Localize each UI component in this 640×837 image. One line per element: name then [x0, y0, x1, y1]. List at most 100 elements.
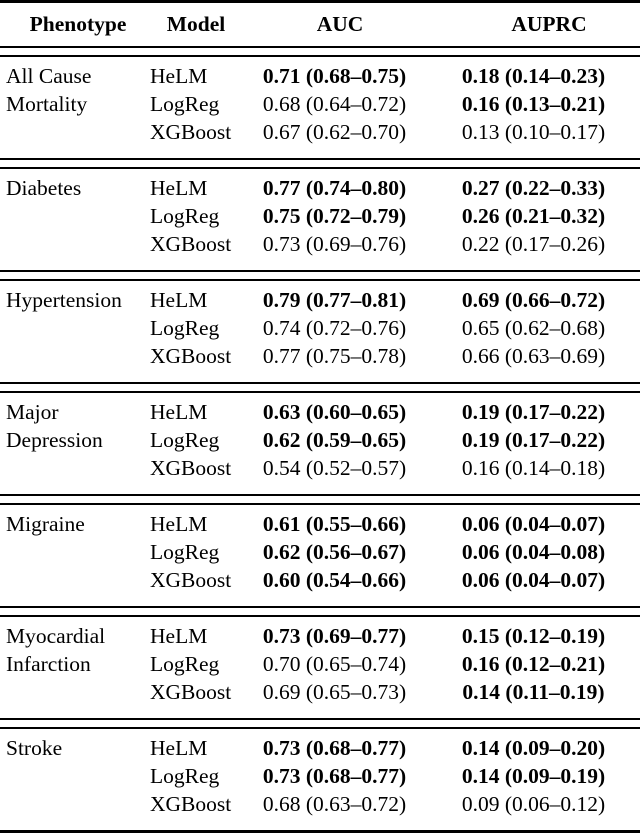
auprc-value: 0.16 (0.14–0.18): [461, 455, 606, 480]
auprc-value: 0.16 (0.12–0.21): [461, 651, 606, 676]
table-row: All Cause HeLM 0.71 (0.68–0.75) 0.18 (0.14–…: [0, 56, 640, 94]
auprc-value: 0.27 (0.22–0.33): [461, 175, 606, 200]
model-name: XGBoost: [150, 455, 232, 480]
auc-value: 0.73 (0.68–0.77): [262, 735, 407, 760]
phenotype-label: [0, 458, 150, 495]
auc-value: 0.73 (0.69–0.76): [262, 231, 407, 256]
auc-value: 0.61 (0.55–0.66): [262, 511, 407, 536]
auc-value: 0.77 (0.75–0.78): [262, 343, 407, 368]
horizontal-rule: [0, 45, 640, 57]
auc-value: 0.70 (0.65–0.74): [262, 651, 407, 676]
model-name: HeLM: [150, 511, 208, 536]
table-row: LogReg 0.62 (0.56–0.67) 0.06 (0.04–0.08): [0, 539, 640, 570]
auprc-value: 0.06 (0.04–0.07): [461, 567, 606, 592]
horizontal-rule: [0, 717, 640, 729]
column-header-auprc: AUPRC: [511, 12, 587, 36]
phenotype-label: [0, 570, 150, 607]
auc-value: 0.73 (0.68–0.77): [262, 763, 407, 788]
table-row: Hypertension HeLM 0.79 (0.77–0.81) 0.69 (0.…: [0, 280, 640, 318]
table-row: LogReg 0.74 (0.72–0.76) 0.65 (0.62–0.68): [0, 315, 640, 346]
phenotype-label: Depression: [6, 427, 103, 452]
auc-value: 0.67 (0.62–0.70): [262, 119, 407, 144]
model-name: LogReg: [150, 203, 220, 228]
section-separator-rule: [0, 605, 640, 617]
auprc-value: 0.19 (0.17–0.22): [461, 427, 606, 452]
table-row: LogReg 0.73 (0.68–0.77) 0.14 (0.09–0.19): [0, 763, 640, 794]
table-row: XGBoost 0.67 (0.62–0.70) 0.13 (0.10–0.17): [0, 119, 640, 159]
section-separator-rule: [0, 269, 640, 281]
phenotype-label: [0, 346, 150, 383]
auc-value: 0.71 (0.68–0.75): [262, 63, 407, 88]
auc-value: 0.68 (0.64–0.72): [262, 91, 407, 116]
phenotype-label: Stroke: [6, 735, 63, 760]
column-header-auc: AUC: [316, 12, 364, 36]
auprc-value: 0.06 (0.04–0.08): [461, 539, 606, 564]
phenotype-label: Diabetes: [6, 175, 82, 200]
auprc-value: 0.19 (0.17–0.22): [461, 399, 606, 424]
auprc-value: 0.18 (0.14–0.23): [461, 63, 606, 88]
horizontal-rule: [0, 157, 640, 169]
table-header-row: Phenotype Model AUC AUPRC: [0, 7, 640, 47]
table-bottom-rule: [0, 829, 640, 837]
auc-value: 0.62 (0.56–0.67): [262, 539, 407, 564]
model-name: XGBoost: [150, 791, 232, 816]
horizontal-rule: [0, 381, 640, 393]
horizontal-rule: [0, 269, 640, 281]
model-name: LogReg: [150, 427, 220, 452]
auc-value: 0.75 (0.72–0.79): [262, 203, 407, 228]
phenotype-label: [0, 318, 150, 346]
auc-value: 0.69 (0.65–0.73): [262, 679, 407, 704]
model-name: LogReg: [150, 539, 220, 564]
auprc-value: 0.16 (0.13–0.21): [461, 91, 606, 116]
phenotype-label: Major: [6, 399, 59, 424]
auprc-value: 0.06 (0.04–0.07): [461, 511, 606, 536]
phenotype-label: Myocardial: [6, 623, 106, 648]
phenotype-label: [0, 122, 150, 159]
table-row: XGBoost 0.54 (0.52–0.57) 0.16 (0.14–0.18): [0, 455, 640, 495]
auprc-value: 0.65 (0.62–0.68): [461, 315, 606, 340]
auprc-value: 0.14 (0.11–0.19): [462, 679, 605, 704]
model-name: XGBoost: [150, 343, 232, 368]
phenotype-label: Migraine: [6, 511, 85, 536]
model-name: HeLM: [150, 623, 208, 648]
table-row: Infarction LogReg 0.70 (0.65–0.74) 0.16 (0.…: [0, 651, 640, 682]
section-separator-rule: [0, 381, 640, 393]
section-separator-rule: [0, 157, 640, 169]
auc-value: 0.79 (0.77–0.81): [262, 287, 407, 312]
table-row: XGBoost 0.73 (0.69–0.76) 0.22 (0.17–0.26): [0, 231, 640, 271]
auc-value: 0.63 (0.60–0.65): [262, 399, 407, 424]
phenotype-label: [0, 794, 150, 832]
model-name: HeLM: [150, 63, 208, 88]
model-name: HeLM: [150, 399, 208, 424]
table-row: XGBoost 0.68 (0.63–0.72) 0.09 (0.06–0.12): [0, 791, 640, 832]
model-name: XGBoost: [150, 567, 232, 592]
model-name: HeLM: [150, 175, 208, 200]
phenotype-label: Hypertension: [6, 287, 122, 312]
auprc-value: 0.26 (0.21–0.32): [461, 203, 606, 228]
model-name: XGBoost: [150, 231, 232, 256]
phenotype-label: [0, 682, 150, 719]
auprc-value: 0.69 (0.66–0.72): [461, 287, 606, 312]
model-name: LogReg: [150, 315, 220, 340]
table-row: XGBoost 0.69 (0.65–0.73) 0.14 (0.11–0.19): [0, 679, 640, 719]
results-table-container: Phenotype Model AUC AUPRC All Cause HeLM 0.71 …: [0, 0, 640, 837]
table-row: Major HeLM 0.63 (0.60–0.65) 0.19 (0.17–0.22…: [0, 392, 640, 430]
table-row: Myocardial HeLM 0.73 (0.69–0.77) 0.15 (0.12…: [0, 616, 640, 654]
phenotype-label: All Cause: [6, 63, 92, 88]
phenotype-label: Mortality: [6, 91, 88, 116]
phenotype-label: Infarction: [6, 651, 91, 676]
auprc-value: 0.13 (0.10–0.17): [461, 119, 606, 144]
auprc-value: 0.09 (0.06–0.12): [461, 791, 606, 816]
header-separator-rule: [0, 45, 640, 57]
auc-value: 0.77 (0.74–0.80): [262, 175, 407, 200]
auc-value: 0.62 (0.59–0.65): [262, 427, 407, 452]
table-row: XGBoost 0.77 (0.75–0.78) 0.66 (0.63–0.69): [0, 343, 640, 383]
auc-value: 0.68 (0.63–0.72): [262, 791, 407, 816]
model-name: XGBoost: [150, 679, 232, 704]
model-performance-table: Phenotype Model AUC AUPRC All Cause HeLM 0.71 …: [0, 0, 640, 837]
auprc-value: 0.66 (0.63–0.69): [461, 343, 606, 368]
section-separator-rule: [0, 493, 640, 505]
model-name: LogReg: [150, 651, 220, 676]
table-row: Mortality LogReg 0.68 (0.64–0.72) 0.16 (0.1…: [0, 91, 640, 122]
model-name: HeLM: [150, 287, 208, 312]
